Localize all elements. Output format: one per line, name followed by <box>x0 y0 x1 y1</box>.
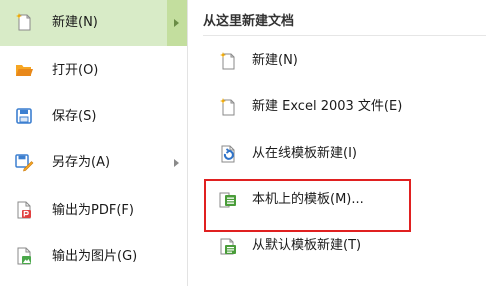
submenu-item-new[interactable]: 新建(N) <box>188 41 486 81</box>
menu-item-export-pdf[interactable]: 输出为PDF(F) <box>0 188 187 234</box>
menu-item-export-image-label: 输出为图片(G) <box>52 249 138 264</box>
menu-item-new[interactable]: 新建(N) <box>0 0 187 46</box>
submenu-item-default-template[interactable]: 从默认模板新建(T) <box>188 226 486 266</box>
new-document-icon <box>218 51 238 71</box>
save-as-icon <box>14 152 34 172</box>
menu-item-save[interactable]: 保存(S) <box>0 94 187 140</box>
menu-item-save-label: 保存(S) <box>52 109 97 124</box>
menu-item-open-label: 打开(O) <box>52 63 99 78</box>
submenu-item-online-template-label: 从在线模板新建(I) <box>252 146 357 161</box>
menu-item-new-label: 新建(N) <box>52 15 98 30</box>
submenu-title: 从这里新建文档 <box>203 14 295 29</box>
chevron-right-icon <box>174 159 179 167</box>
menu-item-export-image[interactable]: 输出为图片(G) <box>0 234 187 280</box>
menu-item-open[interactable]: 打开(O) <box>0 48 187 94</box>
default-template-icon <box>218 236 238 256</box>
file-menu-left-column: 新建(N) 打开(O) 保存(S) 另存为(A) 输出为PDF(F) 输出为图片… <box>0 0 187 286</box>
menu-item-export-pdf-label: 输出为PDF(F) <box>52 203 134 218</box>
online-template-icon <box>218 144 238 164</box>
submenu-item-local-template[interactable]: 本机上的模板(M)... <box>188 180 486 220</box>
submenu-item-local-template-label: 本机上的模板(M)... <box>252 192 364 207</box>
new-submenu-panel: 从这里新建文档 新建(N) 新建 Excel 2003 文件(E) 从在线模板新… <box>188 0 486 286</box>
menu-item-save-as-label: 另存为(A) <box>52 155 111 170</box>
submenu-item-new-excel-2003-label: 新建 Excel 2003 文件(E) <box>252 99 403 114</box>
new-document-icon <box>14 12 34 32</box>
submenu-title-rule <box>203 35 486 36</box>
submenu-item-new-label: 新建(N) <box>252 53 298 68</box>
new-excel-icon <box>218 97 238 117</box>
submenu-arrow-save-as <box>167 140 187 186</box>
export-image-icon <box>14 246 34 266</box>
local-template-icon <box>218 190 238 210</box>
file-menu: 新建(N) 打开(O) 保存(S) 另存为(A) 输出为PDF(F) 输出为图片… <box>0 0 486 286</box>
submenu-item-new-excel-2003[interactable]: 新建 Excel 2003 文件(E) <box>188 87 486 127</box>
save-icon <box>14 106 34 126</box>
submenu-item-default-template-label: 从默认模板新建(T) <box>252 238 362 253</box>
submenu-item-online-template[interactable]: 从在线模板新建(I) <box>188 134 486 174</box>
submenu-arrow-new <box>167 0 187 46</box>
menu-item-save-as[interactable]: 另存为(A) <box>0 140 187 186</box>
chevron-right-icon <box>174 19 179 27</box>
export-pdf-icon <box>14 200 34 220</box>
folder-open-icon <box>14 60 34 80</box>
